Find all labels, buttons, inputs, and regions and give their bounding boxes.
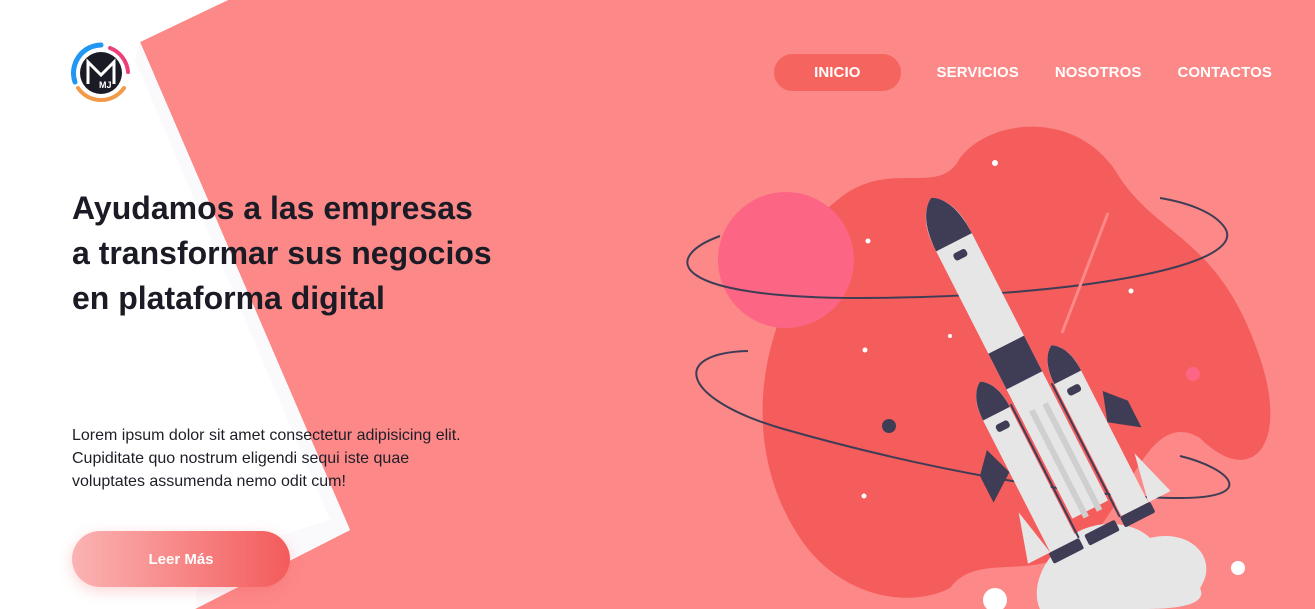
hero-title: Ayudamos a las empresas a transformar su… (72, 190, 492, 316)
logo-text: MJ (99, 80, 112, 90)
rocket-illustration (686, 126, 1271, 609)
planet (718, 192, 854, 328)
read-more-button[interactable]: Leer Más (72, 531, 290, 587)
nav-item-servicios[interactable]: SERVICIOS (937, 64, 1019, 81)
main-nav: INICIO SERVICIOS NOSOTROS CONTACTOS (774, 54, 1272, 91)
nav-item-contactos[interactable]: CONTACTOS (1177, 64, 1272, 81)
logo-icon[interactable]: MJ (70, 42, 132, 104)
hero-body: Lorem ipsum dolor sit amet consectetur a… (72, 427, 461, 490)
nav-item-nosotros[interactable]: NOSOTROS (1055, 64, 1142, 81)
nav-item-inicio[interactable]: INICIO (774, 54, 901, 91)
